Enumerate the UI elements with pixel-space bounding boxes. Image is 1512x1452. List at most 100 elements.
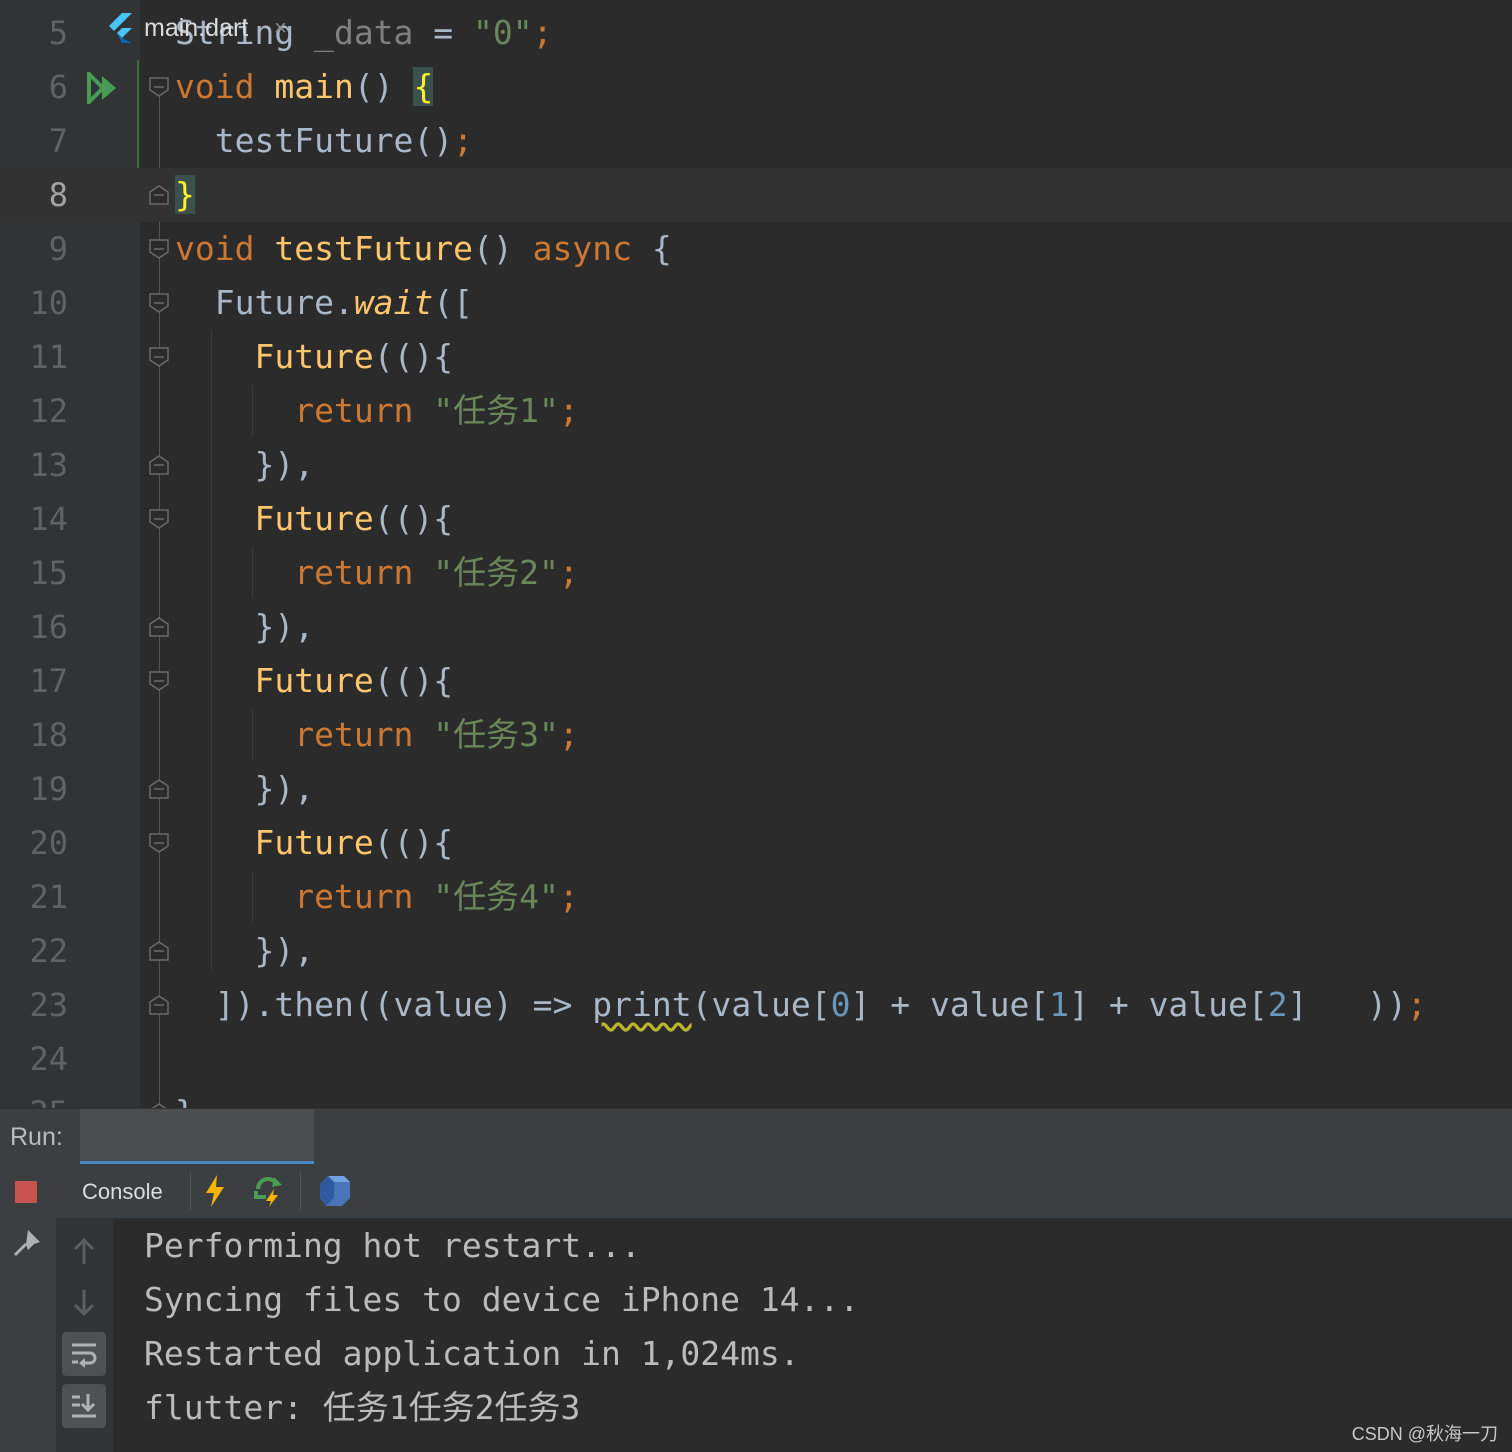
code-line[interactable]: 20 Future((){ — [0, 816, 1512, 870]
fold-collapse-icon[interactable] — [148, 670, 170, 692]
tab-main-dart[interactable] — [80, 1109, 314, 1165]
fold-end-icon[interactable] — [148, 616, 170, 638]
line-number: 20 — [29, 824, 68, 862]
code-token: }), — [175, 607, 315, 646]
fold-collapse-icon[interactable] — [148, 238, 170, 260]
code-text[interactable]: }), — [175, 762, 314, 816]
code-line[interactable]: 11 Future((){ — [0, 330, 1512, 384]
code-line[interactable]: 14 Future((){ — [0, 492, 1512, 546]
code-line[interactable]: 10 Future.wait([ — [0, 276, 1512, 330]
code-token: } — [175, 1093, 195, 1108]
toolbar-separator — [190, 1172, 191, 1210]
hot-reload-icon[interactable] — [204, 1174, 226, 1208]
code-text[interactable]: }), — [175, 924, 314, 978]
code-text[interactable]: testFuture(); — [175, 114, 473, 168]
code-line[interactable]: 24 — [0, 1032, 1512, 1086]
fold-end-icon[interactable] — [148, 940, 170, 962]
flutter-icon — [109, 13, 132, 43]
pin-icon[interactable] — [12, 1228, 42, 1258]
dart-devtools-icon[interactable] — [318, 1174, 352, 1208]
code-line[interactable]: 12 return "任务1"; — [0, 384, 1512, 438]
scroll-to-end-button[interactable] — [62, 1384, 106, 1428]
code-token: }), — [175, 931, 315, 970]
code-text[interactable]: } — [175, 1086, 195, 1108]
line-number: 9 — [48, 230, 68, 268]
code-line[interactable]: 13 }), — [0, 438, 1512, 492]
code-text[interactable]: Future.wait([ — [175, 276, 473, 330]
fold-end-icon[interactable] — [148, 994, 170, 1016]
code-token: "任务1" — [433, 391, 559, 430]
code-token: ((){ — [373, 823, 454, 862]
code-line[interactable]: 15 return "任务2"; — [0, 546, 1512, 600]
line-number: 21 — [29, 878, 68, 916]
scroll-up-icon[interactable] — [72, 1236, 96, 1266]
code-line[interactable]: 17 Future((){ — [0, 654, 1512, 708]
code-token: void — [175, 229, 275, 268]
code-line[interactable]: 25} — [0, 1086, 1512, 1108]
code-token: ((){ — [373, 337, 454, 376]
run-gutter-icon[interactable] — [86, 72, 120, 104]
code-line[interactable]: 18 return "任务3"; — [0, 708, 1512, 762]
code-text[interactable]: return "任务2"; — [175, 546, 579, 600]
code-token: void — [175, 67, 275, 106]
soft-wrap-button[interactable] — [62, 1332, 106, 1376]
fold-collapse-icon[interactable] — [148, 76, 170, 98]
code-text[interactable]: return "任务4"; — [175, 870, 579, 924]
code-text[interactable]: }), — [175, 600, 314, 654]
code-text[interactable]: return "任务1"; — [175, 384, 579, 438]
code-text[interactable]: void testFuture() async { — [175, 222, 672, 276]
code-line[interactable]: 23 ]).then((value) => print(value[0] + v… — [0, 978, 1512, 1032]
code-line[interactable]: 7 testFuture(); — [0, 114, 1512, 168]
code-text[interactable]: Future((){ — [175, 654, 453, 708]
code-line[interactable]: 8} — [0, 168, 1512, 222]
code-editor[interactable]: 5 String _data = "0"; 6 void main() {7 test… — [0, 0, 1512, 1108]
indent-guide — [252, 871, 253, 922]
code-text[interactable]: } — [175, 168, 195, 222]
fold-collapse-icon[interactable] — [148, 508, 170, 530]
code-token: return — [294, 391, 434, 430]
line-number: 17 — [29, 662, 68, 700]
code-token: return — [294, 877, 434, 916]
code-text[interactable]: Future((){ — [175, 330, 453, 384]
code-text[interactable]: Future((){ — [175, 492, 453, 546]
code-line[interactable]: 22 }), — [0, 924, 1512, 978]
code-token: ; — [532, 13, 553, 52]
code-text[interactable]: Future((){ — [175, 816, 453, 870]
code-token: main — [274, 67, 354, 106]
code-line[interactable]: 16 }), — [0, 600, 1512, 654]
code-token: ; — [558, 715, 579, 754]
code-token: ; — [453, 121, 474, 160]
code-token: testFuture() — [175, 121, 454, 160]
stop-icon[interactable] — [15, 1181, 37, 1203]
fold-end-icon[interactable] — [148, 454, 170, 476]
tab-title[interactable]: main.dart — [144, 0, 248, 56]
fold-end-icon[interactable] — [148, 778, 170, 800]
line-number: 12 — [29, 392, 68, 430]
scroll-down-icon[interactable] — [72, 1288, 96, 1318]
code-token: print — [592, 985, 692, 1024]
code-line[interactable]: 9 void testFuture() async { — [0, 222, 1512, 276]
code-line[interactable]: 21 return "任务4"; — [0, 870, 1512, 924]
indent-guide — [211, 330, 212, 970]
code-token: { — [651, 229, 672, 268]
code-text[interactable]: }), — [175, 438, 314, 492]
line-number: 19 — [29, 770, 68, 808]
hot-restart-icon[interactable] — [252, 1175, 286, 1207]
code-text[interactable]: return "任务3"; — [175, 708, 579, 762]
code-text[interactable]: ]).then((value) => print(value[0] + valu… — [175, 978, 1427, 1032]
fold-collapse-icon[interactable] — [148, 832, 170, 854]
fold-collapse-icon[interactable] — [148, 346, 170, 368]
code-line[interactable]: 19 }), — [0, 762, 1512, 816]
close-tab-icon[interactable]: × — [274, 0, 287, 56]
run-label: Run: — [10, 1123, 63, 1151]
code-text[interactable]: void main() { — [175, 60, 434, 114]
fold-collapse-icon[interactable] — [148, 292, 170, 314]
line-number: 24 — [29, 1040, 68, 1078]
code-line[interactable]: 6 void main() { — [0, 60, 1512, 114]
code-token: { — [413, 67, 434, 106]
tab-console[interactable]: Console — [82, 1164, 163, 1220]
code-token: 0 — [830, 985, 851, 1024]
fold-end-icon[interactable] — [148, 184, 170, 206]
